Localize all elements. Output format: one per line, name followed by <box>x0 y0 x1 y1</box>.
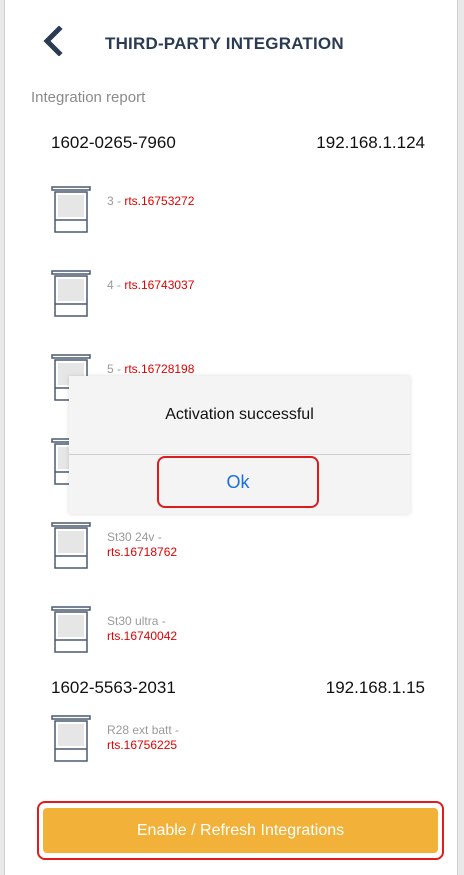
enable-refresh-integrations-button[interactable]: Enable / Refresh Integrations <box>43 808 438 853</box>
device-name: St30 24v - <box>107 530 162 544</box>
refresh-button-highlight: Enable / Refresh Integrations <box>37 801 444 860</box>
device-code: rts.16728198 <box>124 362 195 376</box>
device-item[interactable]: R28 ext batt - rts.16756225 <box>5 715 457 767</box>
device-name: St30 ultra - <box>107 614 166 628</box>
gateway-id: 1602-0265-7960 <box>51 133 176 152</box>
gateway-id: 1602-5563-2031 <box>51 678 176 697</box>
device-code: rts.16753272 <box>124 194 195 208</box>
header: THIRD-PARTY INTEGRATION <box>5 0 457 84</box>
app-screen: THIRD-PARTY INTEGRATION Integration repo… <box>4 0 458 875</box>
roller-blind-icon <box>51 606 91 653</box>
integration-report-label: Integration report <box>31 89 146 106</box>
device-item[interactable]: 4 - rts.16743037 <box>5 270 457 322</box>
device-code: rts.16718762 <box>107 545 178 559</box>
gateway-ip: 192.168.1.124 <box>316 133 425 152</box>
device-item[interactable]: St30 ultra - rts.16740042 <box>5 606 457 658</box>
device-code: rts.16740042 <box>107 629 178 643</box>
roller-blind-icon <box>51 522 91 569</box>
gateway-row: 1602-5563-2031 192.168.1.15 <box>5 678 457 702</box>
device-name: 4 - <box>107 278 125 292</box>
device-item[interactable]: 3 - rts.16753272 <box>5 186 457 238</box>
dialog-message: Activation successful <box>165 406 314 423</box>
roller-blind-icon <box>51 715 91 762</box>
gateway-row: 1602-0265-7960 192.168.1.124 <box>5 133 457 157</box>
device-item[interactable]: St30 24v - rts.16718762 <box>5 522 457 574</box>
device-name: 3 - <box>107 194 125 208</box>
chevron-left-icon[interactable] <box>39 25 69 57</box>
device-name: R28 ext batt - <box>107 723 180 737</box>
activation-dialog: Activation successful Ok <box>69 376 410 514</box>
device-name: 5 - <box>107 362 125 376</box>
page-title: THIRD-PARTY INTEGRATION <box>105 34 344 53</box>
roller-blind-icon <box>51 270 91 317</box>
dialog-divider <box>69 454 410 455</box>
gateway-ip: 192.168.1.15 <box>325 678 425 697</box>
device-code: rts.16756225 <box>107 738 178 752</box>
device-code: rts.16743037 <box>124 278 195 292</box>
roller-blind-icon <box>51 186 91 233</box>
ok-button[interactable]: Ok <box>157 456 319 508</box>
